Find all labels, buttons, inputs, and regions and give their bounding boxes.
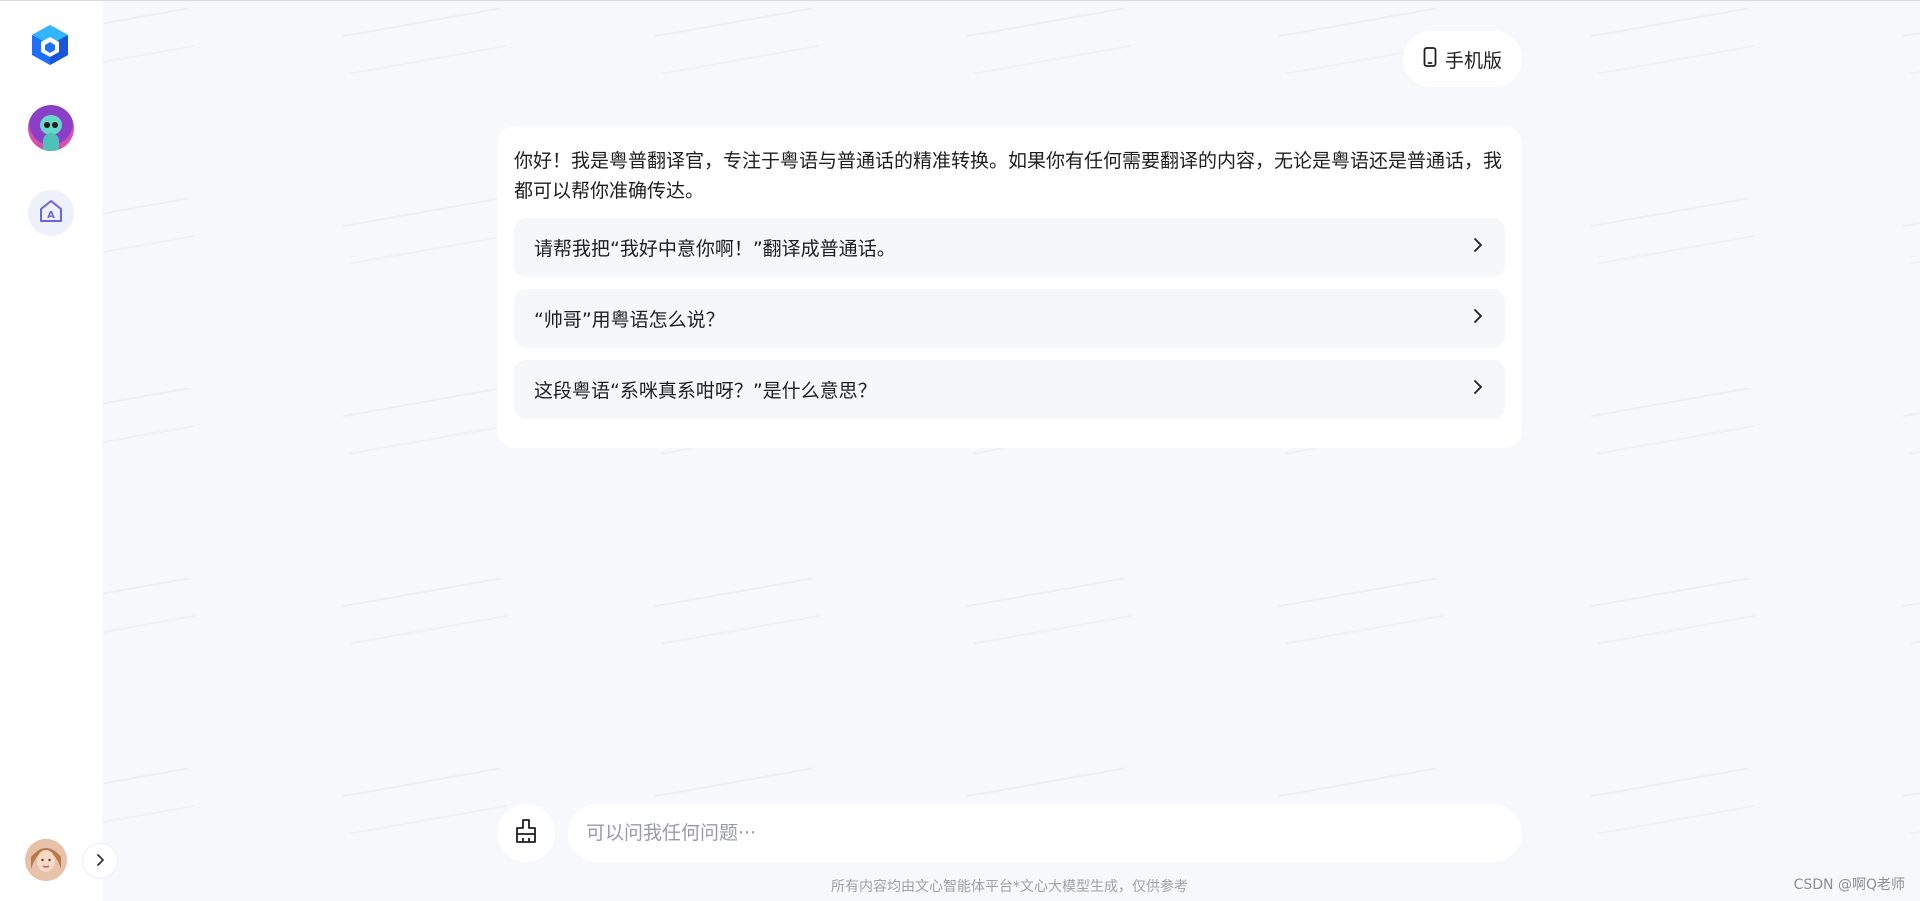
phone-icon — [1423, 46, 1437, 72]
watermark-mark — [1902, 767, 1920, 835]
watermark-mark — [1590, 767, 1756, 835]
watermark-mark — [342, 7, 508, 75]
watermark-mark — [1590, 387, 1756, 455]
top-border — [0, 0, 1920, 1]
watermark-mark — [654, 7, 820, 75]
watermark-mark — [103, 767, 196, 835]
chevron-right-icon — [93, 852, 107, 871]
alien-agent-avatar[interactable] — [28, 105, 74, 151]
avatar-eye-left — [44, 122, 50, 128]
watermark-mark — [1902, 7, 1920, 75]
avatar-body — [43, 133, 59, 151]
chevron-right-icon — [1471, 378, 1485, 401]
suggestion-label: 请帮我把“我好中意你啊！”翻译成普通话。 — [534, 238, 896, 260]
avatar-eye-right — [52, 122, 58, 128]
suggestion-item[interactable]: 这段粤语“系咪真系咁呀？”是什么意思？ — [514, 360, 1505, 419]
sidebar-expand-button[interactable] — [82, 843, 118, 879]
cube-logo-icon[interactable] — [30, 23, 70, 67]
clear-conversation-button[interactable] — [497, 804, 555, 862]
watermark-mark — [342, 387, 508, 455]
suggestion-item[interactable]: “帅哥”用粤语怎么说？ — [514, 289, 1505, 348]
suggestion-item[interactable]: 请帮我把“我好中意你啊！”翻译成普通话。 — [514, 218, 1505, 277]
mobile-version-label: 手机版 — [1444, 49, 1502, 72]
watermark-mark — [1590, 7, 1756, 75]
welcome-card: 你好！我是粤普翻译官，专注于粤语与普通话的精准转换。如果你有任何需要翻译的内容，… — [497, 126, 1522, 448]
watermark-mark — [654, 577, 820, 645]
watermark-mark — [103, 387, 196, 455]
watermark-mark — [966, 7, 1132, 75]
watermark-mark — [1902, 197, 1920, 265]
disclaimer-text: 所有内容均由文心智能体平台*文心大模型生成，仅供参考 — [831, 879, 1188, 895]
watermark-mark — [1278, 577, 1444, 645]
watermark-mark — [103, 7, 196, 75]
watermark-mark — [342, 767, 508, 835]
app-home-icon: A — [38, 198, 64, 228]
suggestion-label: 这段粤语“系咪真系咁呀？”是什么意思？ — [534, 380, 877, 402]
watermark-mark — [1902, 577, 1920, 645]
watermark-mark — [1902, 387, 1920, 455]
mobile-version-button[interactable]: 手机版 — [1403, 31, 1522, 87]
suggestion-list: 请帮我把“我好中意你啊！”翻译成普通话。 “帅哥”用粤语怎么说？ 这段粤语“系咪… — [514, 218, 1505, 419]
chevron-right-icon — [1471, 236, 1485, 259]
watermark-mark — [342, 577, 508, 645]
watermark-credit: CSDN @啊Q老师 — [1793, 877, 1905, 893]
chevron-right-icon — [1471, 307, 1485, 330]
broom-icon — [514, 818, 538, 848]
watermark-mark — [103, 577, 196, 645]
watermark-mark — [342, 197, 508, 265]
app-home-button[interactable]: A — [28, 190, 74, 236]
svg-text:A: A — [47, 210, 55, 221]
sidebar: A — [0, 1, 103, 901]
chat-input[interactable] — [568, 804, 1522, 862]
watermark-mark — [1590, 577, 1756, 645]
watermark-mark — [966, 577, 1132, 645]
user-photo-avatar[interactable] — [25, 839, 67, 881]
watermark-mark — [103, 197, 196, 265]
watermark-mark — [1590, 197, 1756, 265]
suggestion-label: “帅哥”用粤语怎么说？ — [534, 309, 725, 331]
greeting-text: 你好！我是粤普翻译官，专注于粤语与普通话的精准转换。如果你有任何需要翻译的内容，… — [514, 150, 1503, 202]
